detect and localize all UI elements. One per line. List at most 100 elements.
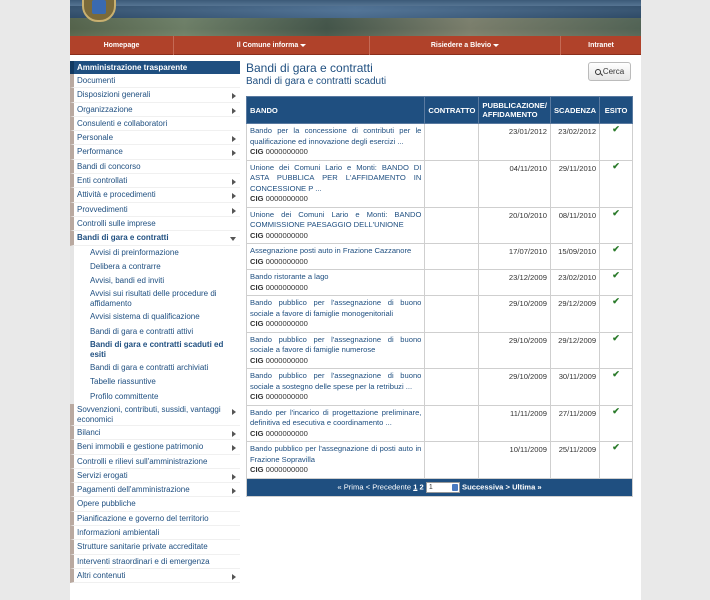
sidebar-item-personale[interactable]: Personale — [70, 131, 240, 146]
cell-bando: Bando pubblico per l'assegnazione di pos… — [245, 441, 426, 479]
sidebar-subitem-bandi-di-gara-e-contratti-scaduti-ed-esiti[interactable]: Bandi di gara e contratti scaduti ed esi… — [70, 339, 240, 362]
cell-contratto — [424, 368, 480, 406]
pager-cell: « Prima < Precedente 1 2 1 Successiva > … — [246, 477, 633, 497]
banner-lake — [70, 6, 641, 18]
sidebar-item-label: Disposizioni generali — [77, 90, 151, 100]
sidebar-item-bandi-gara[interactable]: Bandi di gara e contratti — [70, 231, 240, 246]
cig-label: CIG — [250, 392, 264, 401]
bando-link[interactable]: Bando per l'incarico di progettazione pr… — [250, 408, 421, 428]
pager-page-2[interactable]: 2 — [420, 482, 424, 491]
bando-link[interactable]: Bando pubblico per l'assegnazione di buo… — [250, 335, 421, 355]
sidebar-item-label: Opere pubbliche — [77, 499, 136, 509]
sidebar-item-provvedimenti[interactable]: Provvedimenti — [70, 202, 240, 217]
checkmark-icon: ✔ — [599, 206, 633, 244]
sidebar-item-label: Enti controllati — [77, 176, 128, 186]
bando-link[interactable]: Bando per la concessione di contributi p… — [250, 126, 421, 146]
sidebar-subitem-avvisi-bandi-ed-inviti[interactable]: Avvisi, bandi ed inviti — [70, 274, 240, 289]
sidebar-subitem-profilo-committente[interactable]: Profilo committente — [70, 389, 240, 404]
sidebar-item-bilanci[interactable]: Bilanci — [70, 425, 240, 441]
cell-contratto — [424, 331, 480, 369]
nav-comune-informa[interactable]: Il Comune informa — [174, 36, 370, 55]
sidebar-item-organizzazione[interactable]: Organizzazione — [70, 102, 240, 117]
pager-next[interactable]: Successiva > — [462, 482, 510, 491]
bando-link[interactable]: Bando pubblico per l'assegnazione di pos… — [250, 444, 421, 464]
page-select[interactable]: 1 — [425, 481, 460, 493]
cell-scadenza: 27/11/2009 — [549, 404, 601, 442]
sidebar-item-servizi-erogati[interactable]: Servizi erogati — [70, 468, 240, 484]
cell-bando: Bando pubblico per l'assegnazione di buo… — [245, 368, 426, 406]
search-button[interactable]: Cerca — [588, 62, 631, 81]
sidebar-item-informazioni-ambientali[interactable]: Informazioni ambientali — [70, 526, 240, 541]
bando-link[interactable]: Unione dei Comuni Lario e Monti: BANDO C… — [250, 210, 421, 230]
cig-value: 0000000000 — [265, 428, 308, 438]
col-esito[interactable]: ESITO — [599, 96, 633, 124]
bando-link[interactable]: Bando pubblico per l'assegnazione di buo… — [250, 298, 421, 318]
sidebar-subitem-delibera-a-contrarre[interactable]: Delibera a contrarre — [70, 259, 240, 275]
cig-label: CIG — [250, 428, 264, 438]
cell-contratto — [424, 441, 480, 479]
sidebar-item-attivita-e-procedimenti[interactable]: Attività e procedimenti — [70, 188, 240, 203]
sidebar-submenu: Avvisi di preinformazione Delibera a cont… — [70, 245, 240, 404]
sidebar-item-interventi-straordinari-e-di-emergenza[interactable]: Interventi straordinari e di emergenza — [70, 554, 240, 569]
col-scadenza[interactable]: SCADENZA — [549, 96, 601, 124]
cell-scadenza: 29/11/2010 — [549, 159, 601, 208]
cig-label: CIG — [250, 256, 264, 266]
cell-bando: Unione dei Comuni Lario e Monti: BANDO D… — [245, 159, 426, 208]
cig-label: CIG — [250, 230, 264, 240]
sidebar-subitem-avvisi-sistema-di-qualificazione[interactable]: Avvisi sistema di qualificazione — [70, 310, 240, 325]
table-row: Assegnazione posti auto in Frazione Cazz… — [245, 243, 633, 270]
nav-risiedere[interactable]: Risiedere a Blevio — [370, 36, 561, 55]
pager-first[interactable]: « Prima — [337, 482, 363, 491]
sidebar-item-opere-pubbliche[interactable]: Opere pubbliche — [70, 497, 240, 512]
cig-value: 0000000000 — [265, 319, 308, 328]
pager-last[interactable]: Ultima » — [512, 482, 542, 491]
bando-link[interactable]: Bando pubblico per l'assegnazione di buo… — [250, 371, 421, 391]
sidebar-header[interactable]: Amministrazione trasparente — [70, 61, 240, 74]
sidebar-item-pianificazione-e-governo-del-territorio[interactable]: Pianificazione e governo del territorio — [70, 511, 240, 527]
cell-bando: Bando pubblico per l'assegnazione di buo… — [245, 331, 426, 369]
sidebar-subitem-tabelle-riassuntive[interactable]: Tabelle riassuntive — [70, 375, 240, 390]
sidebar-subitem-avvisi-di-preinformazione[interactable]: Avvisi di preinformazione — [70, 245, 240, 260]
col-bando[interactable]: BANDO — [245, 96, 426, 124]
nav-homepage[interactable]: Homepage — [70, 36, 174, 55]
sidebar-item-altri-contenuti[interactable]: Altri contenuti — [70, 568, 240, 584]
search-icon — [594, 69, 601, 75]
sidebar-item-enti-controllati[interactable]: Enti controllati — [70, 174, 240, 189]
cell-scadenza: 23/02/2012 — [549, 123, 601, 161]
sidebar-item-controlli-sulle-imprese[interactable]: Controlli sulle imprese — [70, 216, 240, 232]
cell-contratto — [424, 123, 480, 161]
sidebar-section-bottom: Sovvenzioni, contributi, sussidi, vantag… — [70, 403, 240, 584]
sidebar-item-sovvenzioni-contributi-sussidi-vantaggi-economici[interactable]: Sovvenzioni, contributi, sussidi, vantag… — [70, 403, 240, 426]
sidebar-item-label: Pianificazione e governo del territorio — [77, 513, 209, 523]
sidebar-subitem-bandi-di-gara-e-contratti-attivi[interactable]: Bandi di gara e contratti attivi — [70, 324, 240, 340]
sidebar-item-bandi-di-concorso[interactable]: Bandi di concorso — [70, 159, 240, 175]
bando-link[interactable]: Assegnazione posti auto in Frazione Cazz… — [250, 246, 411, 255]
sidebar-subitem-bandi-di-gara-e-contratti-archiviati[interactable]: Bandi di gara e contratti archiviati — [70, 361, 240, 376]
cell-pubblicazione: 04/11/2010 — [478, 159, 551, 208]
col-pubblicazione[interactable]: PUBBLICAZIONE/ AFFIDAMENTO — [478, 96, 551, 124]
sidebar-item-label: Attività e procedimenti — [77, 190, 156, 200]
pager-previous[interactable]: < Precedente — [366, 482, 411, 491]
sidebar-item-strutture-sanitarie-private-accreditate[interactable]: Strutture sanitarie private accreditate — [70, 540, 240, 555]
table-row: Bando ristorante a lago CIG 0000000000 23/… — [245, 269, 633, 296]
bando-link[interactable]: Unione dei Comuni Lario e Monti: BANDO D… — [250, 163, 421, 193]
nav-intranet[interactable]: Intranet — [561, 36, 641, 55]
sidebar-item-pagamenti-dell-amministrazione[interactable]: Pagamenti dell'amministrazione — [70, 483, 240, 498]
sidebar-item-disposizioni-generali[interactable]: Disposizioni generali — [70, 88, 240, 103]
bando-link[interactable]: Bando ristorante a lago — [250, 272, 329, 281]
sidebar-item-performance[interactable]: Performance — [70, 145, 240, 160]
cig-value: 0000000000 — [265, 256, 308, 266]
sidebar-item-documenti[interactable]: Documenti — [70, 74, 240, 89]
sidebar-item-controlli-e-rilievi-sull-amministrazione[interactable]: Controlli e rilievi sull'amministrazione — [70, 454, 240, 469]
sidebar-item-label: Sovvenzioni, contributi, sussidi, vantag… — [77, 404, 221, 424]
pager-page-1[interactable]: 1 — [413, 482, 417, 491]
sidebar-item-consulenti-e-collaboratori[interactable]: Consulenti e collaboratori — [70, 116, 240, 132]
cell-pubblicazione: 20/10/2010 — [478, 206, 551, 244]
cig-value: 0000000000 — [265, 465, 308, 474]
sidebar-subitem-avvisi-sui-risultati-delle-procedure-di-affidamento[interactable]: Avvisi sui risultati delle procedure di … — [70, 288, 240, 311]
sidebar-item-beni-immobili-e-gestione-patrimonio[interactable]: Beni immobili e gestione patrimonio — [70, 440, 240, 455]
sidebar-item-label: Documenti — [77, 76, 116, 85]
col-contratto[interactable]: CONTRATTO — [424, 96, 480, 124]
nav-risiedere-label: Risiedere a Blevio — [430, 42, 492, 49]
checkmark-icon: ✔ — [599, 269, 633, 296]
